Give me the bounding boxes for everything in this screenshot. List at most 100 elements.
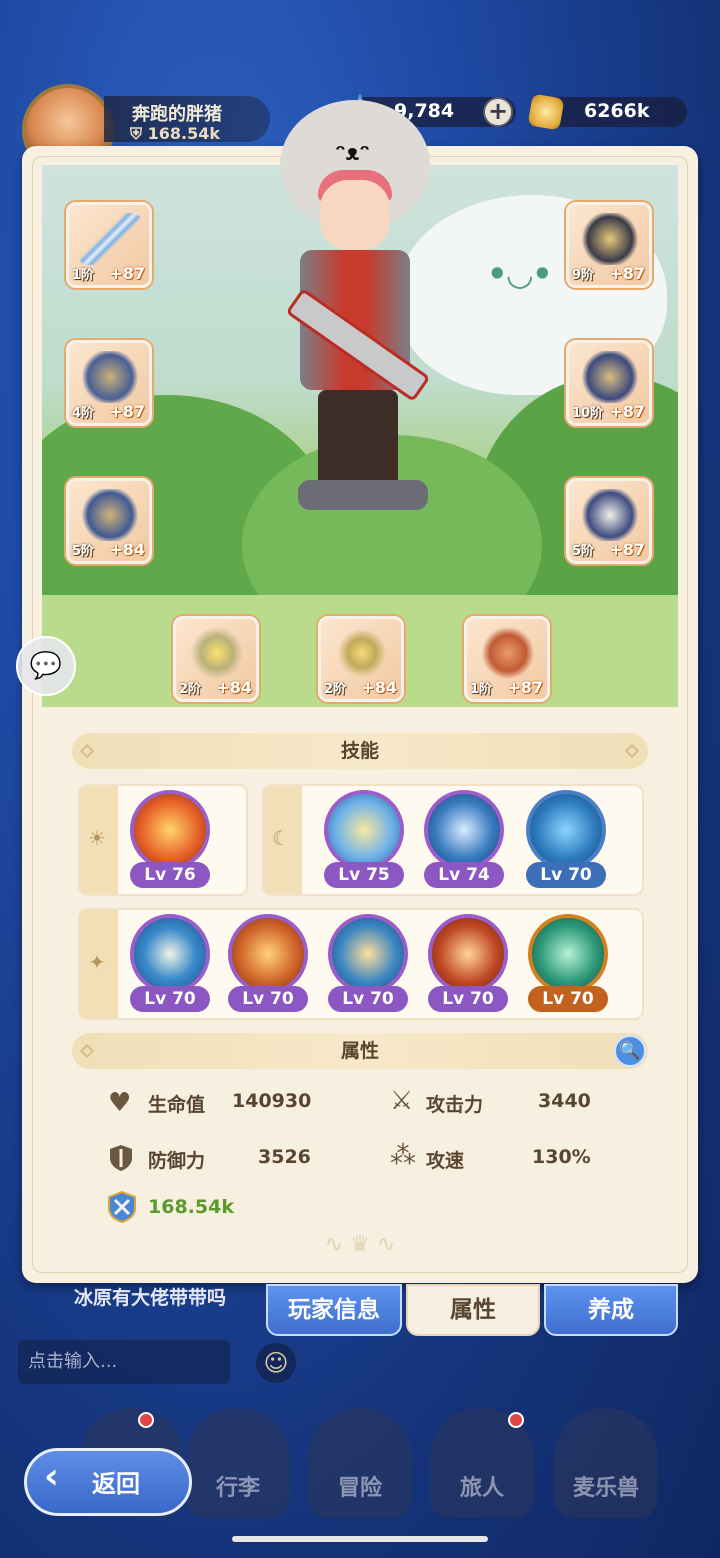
skill-level: Lv 70 [328, 986, 408, 1012]
slot-tier: 4阶 [72, 406, 95, 421]
slot-tier: 1阶 [470, 682, 493, 697]
slot-plus: +87 [609, 264, 645, 283]
skill-level: Lv 75 [324, 862, 404, 888]
slot-tier: 2阶 [179, 682, 202, 697]
gold-icon [527, 93, 565, 131]
skills-header-label: 技能 [340, 740, 379, 762]
tab-attributes[interactable]: 属性 [406, 1284, 540, 1336]
attack-label: 攻击力 [426, 1094, 484, 1116]
shield-icon [110, 1145, 132, 1171]
skill-level: Lv 74 [424, 862, 504, 888]
skill-icon[interactable] [328, 914, 408, 994]
skill-icon[interactable] [130, 914, 210, 994]
skill-level: Lv 70 [130, 986, 210, 1012]
notification-dot [508, 1412, 524, 1428]
slot-tier: 5阶 [72, 544, 95, 559]
crossed-swords-icon: ⚔ [390, 1086, 414, 1116]
attributes-header-label: 属性 [340, 1040, 379, 1062]
battle-power-value: 168.54k [148, 1196, 234, 1218]
charm-icon [477, 627, 539, 679]
slot-plus: +84 [109, 540, 145, 559]
tab-player-info-label: 玩家信息 [288, 1297, 380, 1323]
attack-speed-value: 130% [532, 1146, 591, 1168]
hero-face [320, 180, 390, 250]
tab-training[interactable]: 养成 [544, 1284, 678, 1336]
skill-icon[interactable] [528, 914, 608, 994]
leg-armor-icon [79, 489, 141, 541]
hero-boots [298, 480, 428, 510]
skill-icon[interactable] [428, 914, 508, 994]
emoji-icon[interactable]: ☺ [256, 1343, 296, 1383]
hp-label: 生命值 [148, 1094, 206, 1116]
nav-pet-label: 麦乐兽 [572, 1476, 639, 1501]
defense-value: 3526 [258, 1146, 311, 1168]
skill-level: Lv 70 [528, 986, 608, 1012]
chat-bubble-icon[interactable]: 💬 [16, 636, 76, 696]
tab-training-label: 养成 [588, 1297, 634, 1323]
slot-plus: +84 [361, 678, 397, 697]
defense-label: 防御力 [148, 1150, 206, 1172]
battle-power-icon [108, 1190, 136, 1224]
equip-slot-necklace[interactable]: 2阶 +84 [318, 616, 404, 702]
skill-icon[interactable] [130, 790, 210, 870]
add-gems-button[interactable]: + [483, 97, 513, 127]
sword-icon [79, 213, 141, 265]
slot-plus: +87 [109, 402, 145, 421]
slot-plus: +87 [609, 540, 645, 559]
skill-icon[interactable] [526, 790, 606, 870]
skill-icon[interactable] [424, 790, 504, 870]
slot-plus: +87 [109, 264, 145, 283]
home-indicator[interactable] [232, 1536, 488, 1542]
ring-icon [186, 627, 248, 679]
sparkle-icon: ✦ [88, 950, 106, 974]
slot-tier: 2阶 [324, 682, 347, 697]
attack-speed-label: 攻速 [426, 1150, 465, 1172]
chat-input[interactable]: 点击输入... [18, 1340, 230, 1384]
chest-armor-icon [79, 351, 141, 403]
panel-ornament: ∿ ♛ ∿ [324, 1232, 396, 1257]
skill-icon[interactable] [324, 790, 404, 870]
back-arrow-icon: ‹ [44, 1456, 59, 1497]
slot-tier: 10阶 [572, 406, 604, 421]
sun-icon: ☀ [88, 826, 106, 850]
equip-slot-sword[interactable]: 1阶 +87 [66, 202, 152, 288]
nav-traveler-label: 旅人 [459, 1476, 504, 1501]
tab-player-info[interactable]: 玩家信息 [266, 1284, 402, 1336]
skill-icon[interactable] [228, 914, 308, 994]
equip-slot-helmet[interactable]: 9阶 +87 [566, 202, 652, 288]
player-power-value: 168.54k [147, 124, 220, 143]
equip-slot-ring[interactable]: 2阶 +84 [173, 616, 259, 702]
cloud-face: •◡• [487, 255, 553, 293]
attributes-header: 属性 [72, 1033, 648, 1069]
hp-value: 140930 [232, 1090, 312, 1112]
back-button-label: 返回 [92, 1470, 140, 1498]
slot-tier: 9阶 [572, 268, 595, 283]
hood-face: ᵔᴥᵔ [335, 141, 370, 166]
equip-slot-chest[interactable]: 4阶 +87 [66, 340, 152, 426]
tab-attributes-label: 属性 [450, 1297, 496, 1323]
equip-slot-legs[interactable]: 5阶 +84 [66, 478, 152, 564]
helmet-icon [579, 213, 641, 265]
skill-level: Lv 70 [428, 986, 508, 1012]
gauntlets-icon [579, 351, 641, 403]
slot-tier: 5阶 [572, 544, 595, 559]
skills-header: 技能 [72, 733, 648, 769]
attribute-detail-search-button[interactable]: 🔍 [614, 1035, 646, 1067]
equip-slot-gauntlets[interactable]: 10阶 +87 [566, 340, 652, 426]
equip-slot-boots[interactable]: 5阶 +87 [566, 478, 652, 564]
equip-slot-charm[interactable]: 1阶 +87 [464, 616, 550, 702]
slot-plus: +84 [216, 678, 252, 697]
shield-icon: ⛨ [130, 124, 143, 143]
player-name: 奔跑的胖猪 [132, 104, 222, 125]
moon-icon: ☾ [272, 826, 290, 850]
nav-adventure-label: 冒险 [337, 1476, 382, 1501]
heart-icon: ♥ [108, 1088, 132, 1118]
attack-value: 3440 [538, 1090, 591, 1112]
slot-plus: +87 [609, 402, 645, 421]
boots-icon [579, 489, 641, 541]
nav-bag-label: 行李 [215, 1476, 260, 1501]
attack-speed-icon: ⁂ [390, 1141, 416, 1171]
notification-dot [138, 1412, 154, 1428]
slot-tier: 1阶 [72, 268, 95, 283]
slot-plus: +87 [507, 678, 543, 697]
